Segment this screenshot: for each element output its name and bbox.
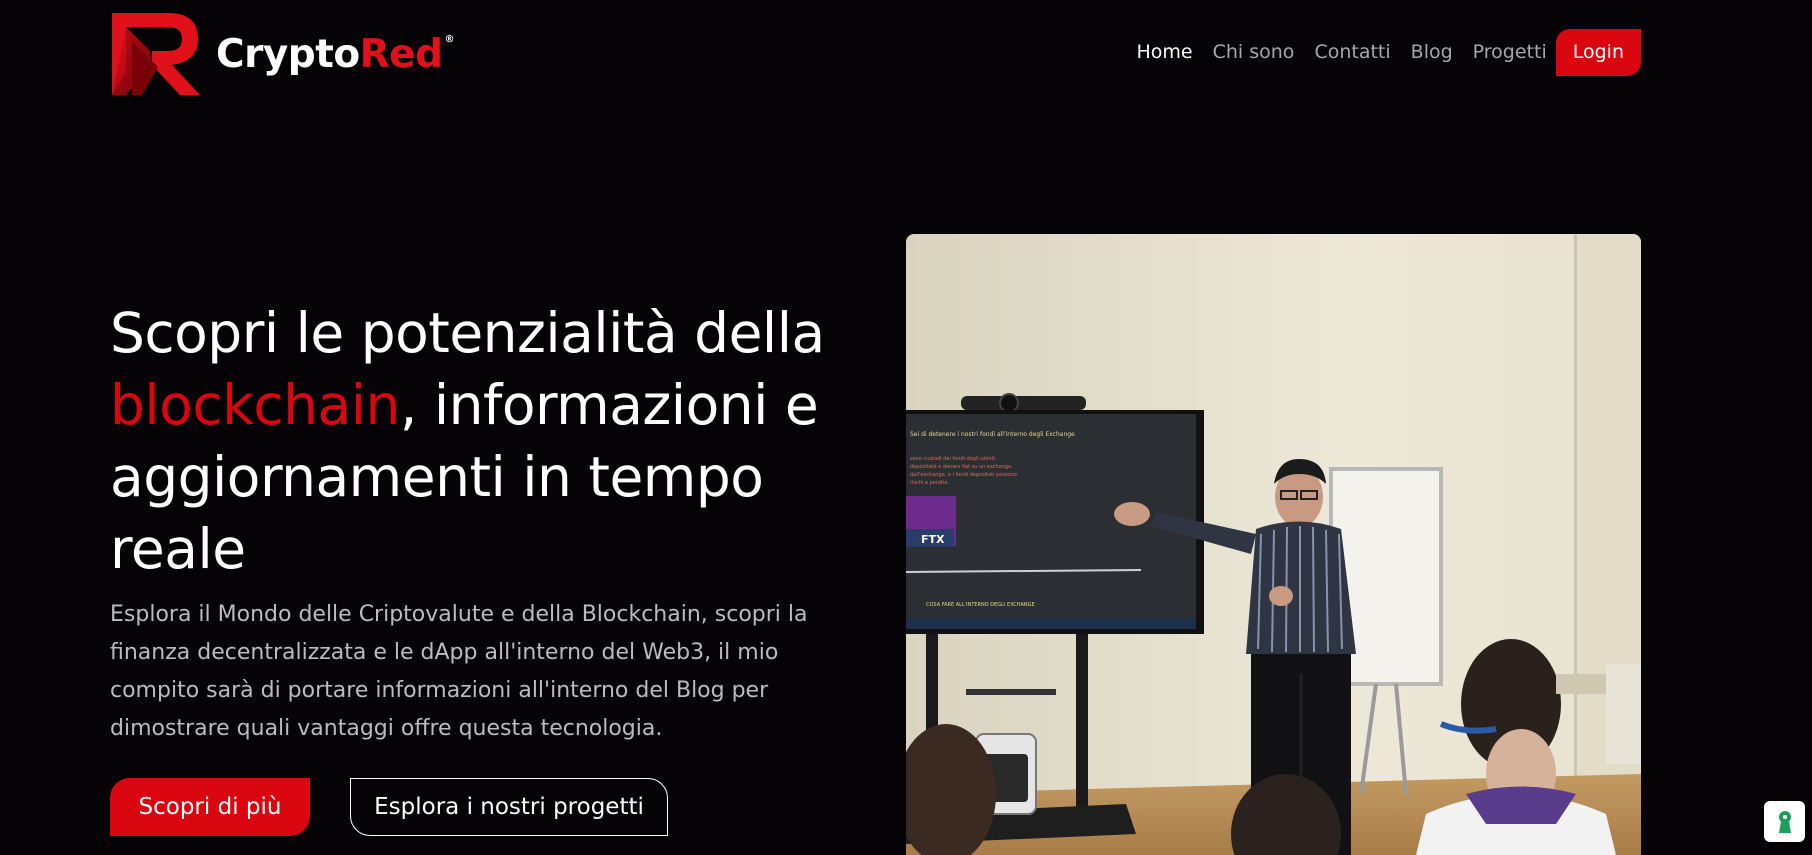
hero-title: Scopri le potenzialità della blockchain,… — [110, 297, 850, 585]
brand-logo[interactable]: Crypto Red ® — [110, 11, 455, 97]
brand-name-part1: Crypto — [216, 31, 360, 77]
explore-projects-button[interactable]: Esplora i nostri progetti — [350, 778, 668, 836]
hero-photo: Sei di detenere i nostri fondi all'inter… — [906, 234, 1641, 855]
main-nav: Home Chi sono Contatti Blog Progetti Log… — [1117, 29, 1641, 76]
login-button[interactable]: Login — [1555, 29, 1641, 76]
nav-item-home[interactable]: Home — [1137, 29, 1193, 76]
registered-mark: ® — [444, 33, 455, 45]
screen-footer: COSA FARE ALL'INTERNO DEGLI EXCHANGE — [926, 602, 1035, 608]
brand-wordmark: Crypto Red ® — [216, 31, 455, 77]
hero-title-part1: Scopri le potenzialità della — [110, 301, 825, 365]
screen-title: Sei di detenere i nostri fondi all'inter… — [910, 431, 1075, 438]
privacy-widget-button[interactable] — [1764, 801, 1805, 842]
presentation-photo: Sei di detenere i nostri fondi all'inter… — [906, 234, 1641, 855]
screen-line-3: dall'exchange, e i fondi depositati poss… — [910, 472, 1017, 478]
hero-description: Esplora il Mondo delle Criptovalute e de… — [110, 602, 808, 741]
nav-item-progetti[interactable]: Progetti — [1473, 29, 1547, 76]
screen-ftx-logo: FTX — [921, 533, 945, 546]
nav-item-blog[interactable]: Blog — [1411, 29, 1453, 76]
discover-more-button[interactable]: Scopri di più — [110, 778, 310, 836]
site-header: Crypto Red ® Home Chi sono Contatti Blog P… — [0, 0, 1812, 110]
hero-title-accent: blockchain — [110, 373, 400, 437]
screen-line-2: depositate e denaro fiat su un exchange, — [910, 464, 1013, 470]
nav-item-chi-sono[interactable]: Chi sono — [1213, 29, 1295, 76]
privacy-keyhole-icon — [1778, 810, 1791, 833]
brand-name-part2: Red — [359, 31, 443, 77]
screen-line-4: rischi e perdite. — [910, 480, 949, 486]
cryptored-logo-icon — [112, 13, 200, 95]
nav-item-contatti[interactable]: Contatti — [1314, 29, 1390, 76]
screen-line-1: sono custodi dei fondi degli utenti. — [910, 456, 997, 462]
